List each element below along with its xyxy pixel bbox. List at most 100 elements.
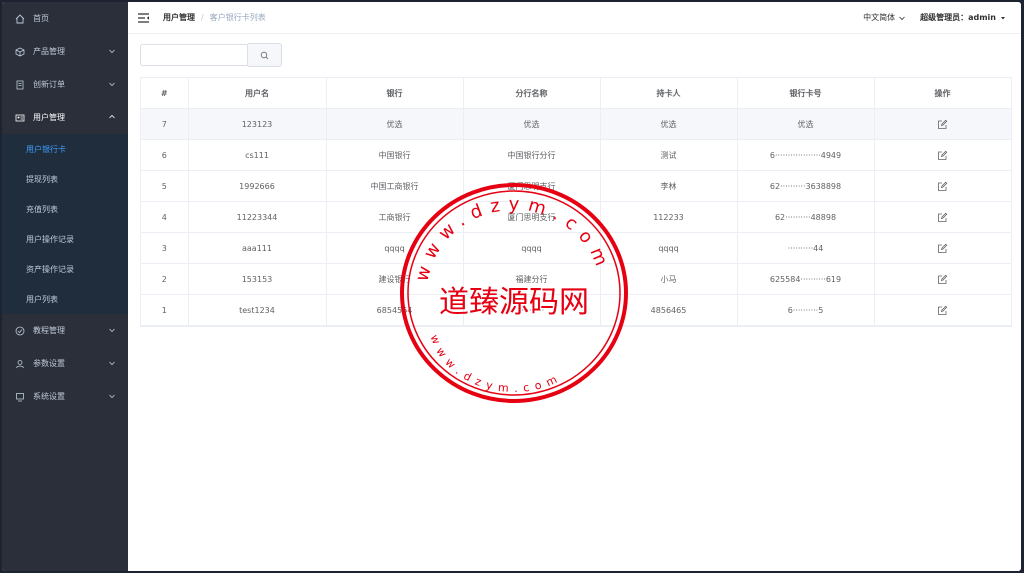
table-cell: ··········44 <box>737 232 875 264</box>
table-cell: 厦门思明支行 <box>463 170 601 202</box>
edit-icon[interactable] <box>937 212 948 223</box>
submenu-recharges[interactable]: 充值列表 <box>2 194 128 224</box>
table-cell: 4856465 <box>600 294 738 326</box>
table-cell <box>874 263 1012 295</box>
search-input[interactable] <box>140 44 248 66</box>
table-cell: 6854564 <box>326 294 464 326</box>
table-cell: 4 <box>141 201 189 233</box>
table-cell: 62··········3638898 <box>737 170 875 202</box>
submenu-bank-cards[interactable]: 用户银行卡 <box>2 134 128 164</box>
search-button[interactable] <box>248 43 282 67</box>
table-cell: 测试 <box>600 139 738 171</box>
edit-icon[interactable] <box>937 119 948 130</box>
main-content: 用户管理 / 客户银行卡列表 中文简体 超级管理员：admin # 用户名 银行… <box>128 2 1021 571</box>
submenu-user-list[interactable]: 用户列表 <box>2 284 128 314</box>
table-cell: 建设银行 <box>326 263 464 295</box>
sidebar-item-orders[interactable]: 创新订单 <box>2 68 128 101</box>
sidebar-item-products[interactable]: 产品管理 <box>2 35 128 68</box>
navbar-right: 中文简体 超级管理员：admin <box>863 2 1007 33</box>
table-row: 6 cs111 中国银行 中国银行分行 测试 6················… <box>141 139 1012 171</box>
sidebar-item-label: 产品管理 <box>33 47 65 56</box>
breadcrumb-parent[interactable]: 用户管理 <box>163 12 195 23</box>
table-cell <box>874 108 1012 140</box>
table-cell: 2 <box>141 263 189 295</box>
table-cell: 6··········5 <box>737 294 875 326</box>
table-cell: 福建分行 <box>463 263 601 295</box>
table-cell: 优选 <box>326 108 464 140</box>
column-header: # <box>141 78 189 109</box>
sidebar-item-tutorials[interactable]: 教程管理 <box>2 314 128 347</box>
chevron-up-icon <box>109 114 115 119</box>
table-cell: test1234 <box>188 294 327 326</box>
table-cell: 中国工商银行 <box>326 170 464 202</box>
table-cell: qqqq <box>463 232 601 264</box>
table-cell: 153153 <box>188 263 327 295</box>
check-circle-icon <box>15 326 25 336</box>
table-cell: 优选 <box>463 108 601 140</box>
table-cell: 6··················4949 <box>737 139 875 171</box>
edit-icon[interactable] <box>937 181 948 192</box>
column-header: 持卡人 <box>600 78 738 109</box>
home-icon <box>15 13 25 24</box>
chevron-down-icon <box>109 49 115 54</box>
table-cell: 3 <box>141 232 189 264</box>
submenu-asset-ops[interactable]: 资产操作记录 <box>2 254 128 284</box>
chevron-down-icon <box>109 361 115 366</box>
table-cell <box>874 294 1012 326</box>
cube-icon <box>15 47 25 57</box>
caret-down-icon <box>1001 16 1005 19</box>
column-header: 分行名称 <box>463 78 601 109</box>
language-label: 中文简体 <box>863 13 896 22</box>
table-cell: 5 <box>141 170 189 202</box>
chevron-down-icon <box>109 82 115 87</box>
table-cell: 625584··········619 <box>737 263 875 295</box>
chevron-down-icon <box>109 328 115 333</box>
edit-icon[interactable] <box>937 150 948 161</box>
table-cell: 123123 <box>188 108 327 140</box>
table-cell <box>874 232 1012 264</box>
edit-icon[interactable] <box>937 274 948 285</box>
table-cell: qqqq <box>600 232 738 264</box>
person-icon <box>15 359 25 369</box>
breadcrumb-current: 客户银行卡列表 <box>209 13 266 22</box>
column-header: 用户名 <box>188 78 327 109</box>
table-cell: 中国银行 <box>326 139 464 171</box>
column-header: 银行卡号 <box>737 78 875 109</box>
submenu-withdrawals[interactable]: 提现列表 <box>2 164 128 194</box>
language-select[interactable]: 中文简体 <box>863 12 906 23</box>
bank-card-table: # 用户名 银行 分行名称 持卡人 银行卡号 操作 7 123123 优选 优选 <box>140 77 1012 327</box>
monitor-icon <box>15 392 25 402</box>
edit-icon[interactable] <box>937 243 948 254</box>
table-cell: ·········· <box>463 294 601 326</box>
sidebar-item-label: 用户管理 <box>33 113 65 122</box>
edit-icon[interactable] <box>937 305 948 316</box>
user-card-icon <box>15 113 25 123</box>
table-header-row: # 用户名 银行 分行名称 持卡人 银行卡号 操作 <box>141 78 1012 109</box>
table-cell: 中国银行分行 <box>463 139 601 171</box>
submenu-user-ops[interactable]: 用户操作记录 <box>2 224 128 254</box>
order-icon <box>15 80 25 90</box>
table-cell: cs111 <box>188 139 327 171</box>
table-cell: 厦门思明支行 <box>463 201 601 233</box>
table-cell: 1 <box>141 294 189 326</box>
table-cell <box>874 170 1012 202</box>
table-row: 3 aaa111 qqqq qqqq qqqq ··········44 <box>141 232 1012 264</box>
sidebar-item-label: 参数设置 <box>33 359 65 368</box>
admin-label: 超级管理员：admin <box>920 13 996 22</box>
sidebar-item-home[interactable]: 首页 <box>2 2 128 35</box>
table-cell: aaa111 <box>188 232 327 264</box>
sidebar-item-params[interactable]: 参数设置 <box>2 347 128 380</box>
chevron-down-icon <box>109 394 115 399</box>
menu-toggle-icon[interactable] <box>138 12 149 23</box>
sidebar-item-system[interactable]: 系统设置 <box>2 380 128 413</box>
table-row: 4 11223344 工商银行 厦门思明支行 112233 62········… <box>141 201 1012 233</box>
sidebar-item-users[interactable]: 用户管理 <box>2 101 128 134</box>
table-cell: 小马 <box>600 263 738 295</box>
table-cell: 112233 <box>600 201 738 233</box>
admin-menu[interactable]: 超级管理员：admin <box>920 12 1007 23</box>
table-cell: qqqq <box>326 232 464 264</box>
column-header: 操作 <box>874 78 1012 109</box>
table-cell: 工商银行 <box>326 201 464 233</box>
table-cell <box>874 139 1012 171</box>
breadcrumb-separator: / <box>201 13 204 22</box>
